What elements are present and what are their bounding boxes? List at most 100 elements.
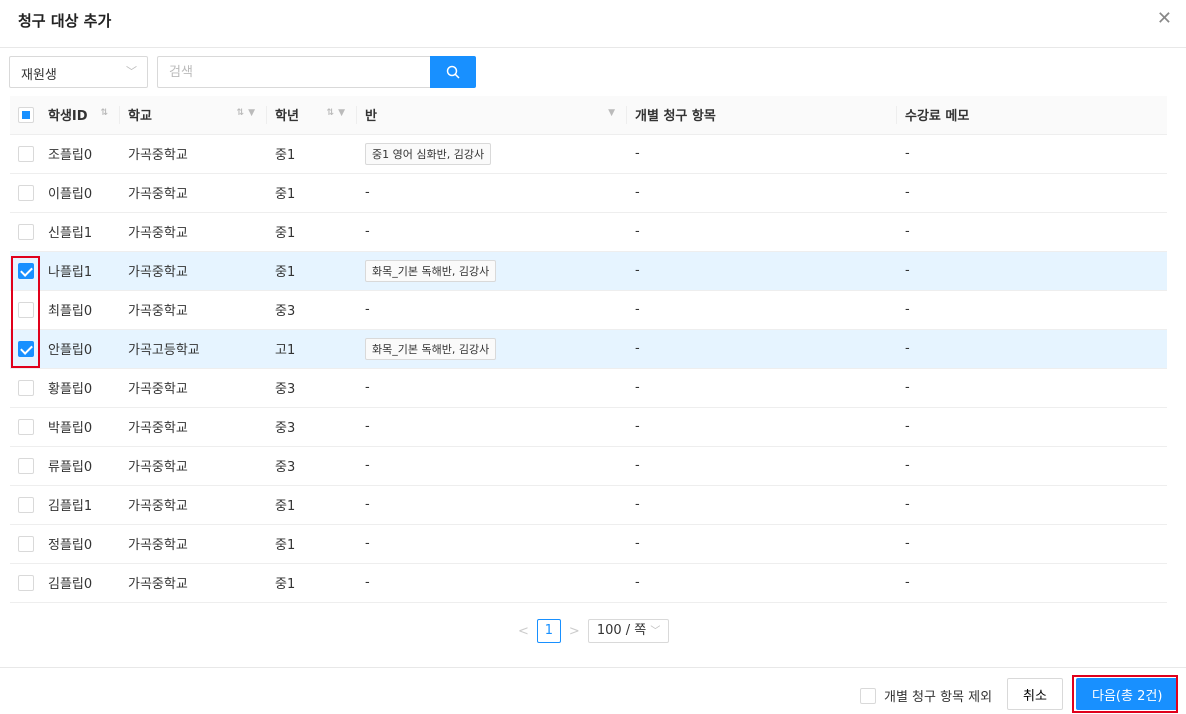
grade: 중1 xyxy=(267,212,357,252)
column-header-grade[interactable]: 학년 ⇅▼ xyxy=(267,96,357,135)
table-row[interactable]: 정플립0 가곡중학교 중1 - - - xyxy=(10,524,1167,564)
class-cell: 중1 영어 심화반, 김강사 xyxy=(357,134,627,174)
column-label: 수강료 메모 xyxy=(905,109,970,125)
row-checkbox[interactable] xyxy=(18,574,34,591)
class-cell: 화목_기본 독해반, 김강사 xyxy=(357,251,627,291)
row-select-cell xyxy=(10,212,40,252)
class-cell: - xyxy=(357,173,627,213)
class-tag: 중1 영어 심화반, 김강사 xyxy=(365,142,492,165)
tuition-memo: - xyxy=(897,134,1167,174)
grade: 중1 xyxy=(267,173,357,213)
table-row[interactable]: 안플립0 가곡고등학교 고1 화목_기본 독해반, 김강사 - - xyxy=(10,329,1167,369)
class-value: - xyxy=(365,224,370,239)
divider xyxy=(0,47,1186,48)
table-row[interactable]: 신플립1 가곡중학교 중1 - - - xyxy=(10,212,1167,252)
search-input[interactable] xyxy=(157,56,431,88)
class-cell: - xyxy=(357,563,627,603)
column-label: 학교 xyxy=(128,109,152,125)
row-select-cell xyxy=(10,173,40,213)
row-select-cell xyxy=(10,368,40,408)
table-row[interactable]: 김플립0 가곡중학교 중1 - - - xyxy=(10,563,1167,603)
prev-page-icon[interactable]: < xyxy=(518,624,529,639)
tuition-memo: - xyxy=(897,290,1167,330)
table-row[interactable]: 박플립0 가곡중학교 중3 - - - xyxy=(10,407,1167,447)
table-row[interactable]: 류플립0 가곡중학교 중3 - - - xyxy=(10,446,1167,486)
student-id: 안플립0 xyxy=(40,329,120,369)
row-select-cell xyxy=(10,485,40,525)
next-page-icon[interactable]: > xyxy=(569,624,580,639)
school: 가곡중학교 xyxy=(120,134,267,174)
row-checkbox[interactable] xyxy=(18,418,34,435)
search-icon xyxy=(446,65,460,79)
grade: 중3 xyxy=(267,368,357,408)
status-select[interactable]: 재원생 ﹀ xyxy=(9,56,148,88)
search-button[interactable] xyxy=(430,56,476,88)
grade: 중1 xyxy=(267,134,357,174)
class-cell: - xyxy=(357,524,627,564)
tuition-memo: - xyxy=(897,368,1167,408)
row-checkbox[interactable] xyxy=(18,379,34,396)
table-row[interactable]: 이플립0 가곡중학교 중1 - - - xyxy=(10,173,1167,213)
checkbox[interactable] xyxy=(860,687,876,704)
next-button[interactable]: 다음(총 2건) xyxy=(1076,678,1179,710)
table-row[interactable]: 황플립0 가곡중학교 중3 - - - xyxy=(10,368,1167,408)
grade: 중1 xyxy=(267,485,357,525)
class-value: - xyxy=(365,497,370,512)
status-select-value: 재원생 xyxy=(21,68,57,83)
exclude-items-checkbox[interactable]: 개별 청구 항목 제외 xyxy=(860,686,992,705)
sort-filter-icon[interactable]: ⇅▼ xyxy=(237,108,259,118)
billing-item: - xyxy=(627,524,897,564)
grade: 중1 xyxy=(267,524,357,564)
billing-item: - xyxy=(627,329,897,369)
student-table: 학생ID ⇅ 학교 ⇅▼ 학년 ⇅▼ 반 ▼ 개별 청구 항목 수강료 메모 조플립0 … xyxy=(10,96,1167,603)
class-cell: - xyxy=(357,407,627,447)
row-checkbox[interactable] xyxy=(18,184,34,201)
row-checkbox[interactable] xyxy=(18,457,34,474)
grade: 고1 xyxy=(267,329,357,369)
tuition-memo: - xyxy=(897,563,1167,603)
select-all-checkbox[interactable] xyxy=(18,106,34,123)
chevron-down-icon: ﹀ xyxy=(650,626,661,637)
cancel-button[interactable]: 취소 xyxy=(1007,678,1063,710)
row-checkbox[interactable] xyxy=(18,496,34,513)
row-select-cell xyxy=(10,329,40,369)
table-row[interactable]: 조플립0 가곡중학교 중1 중1 영어 심화반, 김강사 - - xyxy=(10,134,1167,174)
class-cell: - xyxy=(357,212,627,252)
school: 가곡중학교 xyxy=(120,173,267,213)
grade: 중3 xyxy=(267,407,357,447)
billing-item: - xyxy=(627,446,897,486)
select-all-header xyxy=(10,96,40,135)
column-header-school[interactable]: 학교 ⇅▼ xyxy=(120,96,267,135)
row-checkbox[interactable] xyxy=(18,262,34,279)
sort-filter-icon[interactable]: ⇅▼ xyxy=(327,108,349,118)
row-select-cell xyxy=(10,407,40,447)
exclude-items-label: 개별 청구 항목 제외 xyxy=(884,690,993,705)
class-value: - xyxy=(365,575,370,590)
close-icon[interactable]: ✕ xyxy=(1157,8,1172,29)
tuition-memo: - xyxy=(897,173,1167,213)
sort-icon[interactable]: ⇅ xyxy=(100,108,112,118)
row-checkbox[interactable] xyxy=(18,145,34,162)
row-checkbox[interactable] xyxy=(18,301,34,318)
class-tag: 화목_기본 독해반, 김강사 xyxy=(365,259,497,282)
table-row[interactable]: 김플립1 가곡중학교 중1 - - - xyxy=(10,485,1167,525)
class-cell: - xyxy=(357,485,627,525)
page-size-select[interactable]: 100 / 쪽 ﹀ xyxy=(587,619,670,643)
table-row[interactable]: 나플립1 가곡중학교 중1 화목_기본 독해반, 김강사 - - xyxy=(10,251,1167,291)
grade: 중3 xyxy=(267,290,357,330)
column-label: 반 xyxy=(365,109,377,125)
billing-item: - xyxy=(627,212,897,252)
row-checkbox[interactable] xyxy=(18,535,34,552)
page-1[interactable]: 1 xyxy=(536,619,561,643)
class-tag: 화목_기본 독해반, 김강사 xyxy=(365,337,497,360)
column-header-class[interactable]: 반 ▼ xyxy=(357,96,627,135)
school: 가곡중학교 xyxy=(120,407,267,447)
row-checkbox[interactable] xyxy=(18,223,34,240)
column-label: 학년 xyxy=(275,109,299,125)
column-header-id[interactable]: 학생ID ⇅ xyxy=(40,96,120,135)
filter-icon[interactable]: ▼ xyxy=(608,108,619,118)
table-row[interactable]: 최플립0 가곡중학교 중3 - - - xyxy=(10,290,1167,330)
row-checkbox[interactable] xyxy=(18,340,34,357)
student-id: 이플립0 xyxy=(40,173,120,213)
column-label: 학생ID xyxy=(48,109,88,125)
